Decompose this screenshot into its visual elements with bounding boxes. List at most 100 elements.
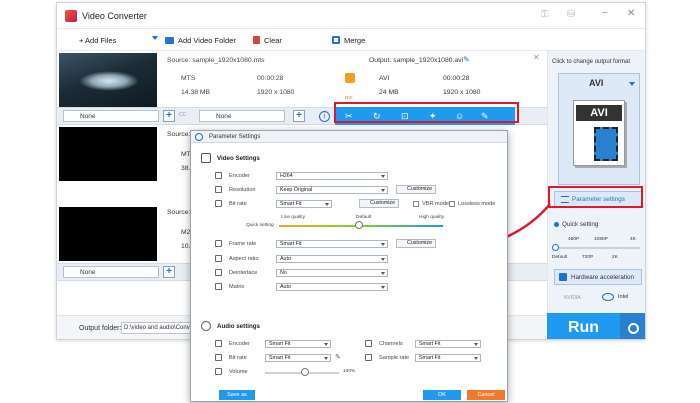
file2-source: Source: [167,131,191,138]
lossless-label: Lossless mode [458,201,496,207]
aspect-ratio-select[interactable]: Auto [276,255,388,263]
quick-setting-slider[interactable] [556,247,640,249]
encoder-icon [215,172,222,179]
volume-label: Volume [229,369,248,375]
high-quality-label: High quality [419,215,445,220]
alarm-clock-button[interactable] [620,313,645,339]
hardware-acceleration-button[interactable]: Hardware acceleration [554,269,642,285]
channels-label: Channels [379,341,403,347]
framerate-customize-button[interactable]: Customize [396,239,436,248]
audio-settings-icon [201,321,211,331]
avi-file-icon: AVI [573,100,625,166]
format-selector[interactable]: AVI AVI [558,73,640,185]
quick-tick-720p: 720P [582,255,594,260]
audio-bitrate-icon [215,354,222,361]
format-dropdown-icon [629,82,635,86]
intel-option[interactable]: Intel [618,294,628,300]
info-icon[interactable]: i [319,111,330,122]
output-folder-path[interactable]: D:\video and audio\Conver [121,322,193,334]
matrix-select[interactable]: Auto [276,283,388,291]
run-label: Run [567,319,600,336]
add-video-folder-button[interactable]: Add Video Folder [165,33,236,47]
subtitle-select-3[interactable]: None [63,266,159,278]
aspect-ratio-icon [215,255,222,262]
key-icon[interactable]: ⚿ [541,9,549,20]
merge-icon [332,36,340,44]
deinterlace-label: Deinterlace [229,270,258,276]
film-strip-icon [594,127,618,161]
resolution-customize-button[interactable]: Customize [396,185,436,194]
add-files-label: + Add Files [79,35,117,45]
add-files-dropdown-icon[interactable] [152,36,158,40]
bitrate-select[interactable]: Smart Fit [276,200,332,208]
minimize-icon[interactable]: – [602,7,608,18]
cancel-button[interactable]: Cancel [467,390,505,400]
save-as-button[interactable]: Save as [219,390,255,400]
nvidia-badge-icon [345,73,355,83]
cc-label: CC [179,112,187,118]
hardware-acceleration-label: Hardware acceleration [571,273,634,281]
video-thumbnail-2[interactable] [59,127,157,181]
channels-select[interactable]: Smart Fit [415,340,481,348]
source-size: 14.38 MB [181,89,211,96]
source-format: MTS [181,75,196,82]
dialog-title-bar: Parameter Settings [191,131,507,143]
edit-tools-highlight [334,102,519,123]
add-files-button[interactable]: + Add Files [79,33,116,47]
audio-bitrate-select[interactable]: Smart Fit [265,354,331,362]
quick-tick-1080p: 1080P [594,237,608,242]
framerate-icon [215,240,222,247]
add-audio-button[interactable]: + [293,110,305,122]
quick-setting-slider-label: Quick setting [246,223,274,228]
audio-encoder-select[interactable]: Smart Fit [265,340,331,348]
lossless-checkbox[interactable] [449,201,455,207]
volume-slider-thumb[interactable] [301,368,309,376]
resolution-label: Resolution [229,187,256,193]
ok-button[interactable]: OK [423,390,461,400]
merge-label: Merge [344,35,366,45]
add-subtitle-button-3[interactable]: + [163,266,175,278]
output-format: AVI [379,75,390,82]
edit-output-name-icon[interactable]: ✎ [463,55,470,64]
folder-plus-icon [165,36,174,44]
subtitle-select-1[interactable]: None [63,110,159,122]
file3-source: Source: [167,209,191,216]
audio-value: None [216,112,232,120]
run-button[interactable]: Run [547,313,620,339]
video-thumbnail-3[interactable] [59,207,157,261]
intel-logo-icon [602,293,614,301]
close-icon[interactable]: ✕ [627,8,635,19]
merge-button[interactable]: Merge [332,33,365,47]
source-filename: Source: sample_1920x1080.mts [167,57,265,64]
matrix-label: Matrix [229,284,245,290]
window-title: Video Converter [82,11,147,21]
deinterlace-select[interactable]: No [276,269,388,277]
quality-slider-thumb[interactable] [355,221,363,229]
cancel-label: Cancel [477,392,495,398]
vbr-checkbox[interactable] [413,201,419,207]
add-subtitle-button[interactable]: + [163,110,175,122]
remove-file-1-icon[interactable]: ✕ [533,53,540,62]
nvidia-option[interactable]: NVIDIA [564,295,581,301]
avi-label-block: AVI [576,105,622,121]
quick-setting-label: Quick setting [562,221,599,228]
framerate-select[interactable]: Smart Fit [276,240,388,248]
encoder-select[interactable]: H264 [276,172,388,180]
vbr-label: VBR mode [422,201,450,207]
alarm-clock-icon [628,322,639,334]
audio-select-1[interactable]: None [199,110,285,122]
audio-bitrate-edit-icon[interactable]: ✎ [335,353,341,361]
matrix-icon [215,283,222,290]
resolution-select[interactable]: Keep Original [276,186,388,194]
format-name: AVI [589,78,604,88]
output-duration: 00:00:28 [443,75,470,82]
quick-tick-480p: 480P [568,237,580,242]
aspect-ratio-label: Aspect ratio [229,256,259,262]
bitrate-customize-button[interactable]: Customize [359,199,399,208]
resolution-icon [215,186,222,193]
ok-label: OK [438,392,446,398]
video-thumbnail-1[interactable] [59,53,157,107]
cart-icon[interactable]: ⛁ [567,9,575,20]
samplerate-select[interactable]: Smart Fit [415,354,481,362]
clear-button[interactable]: Clear [253,33,282,47]
